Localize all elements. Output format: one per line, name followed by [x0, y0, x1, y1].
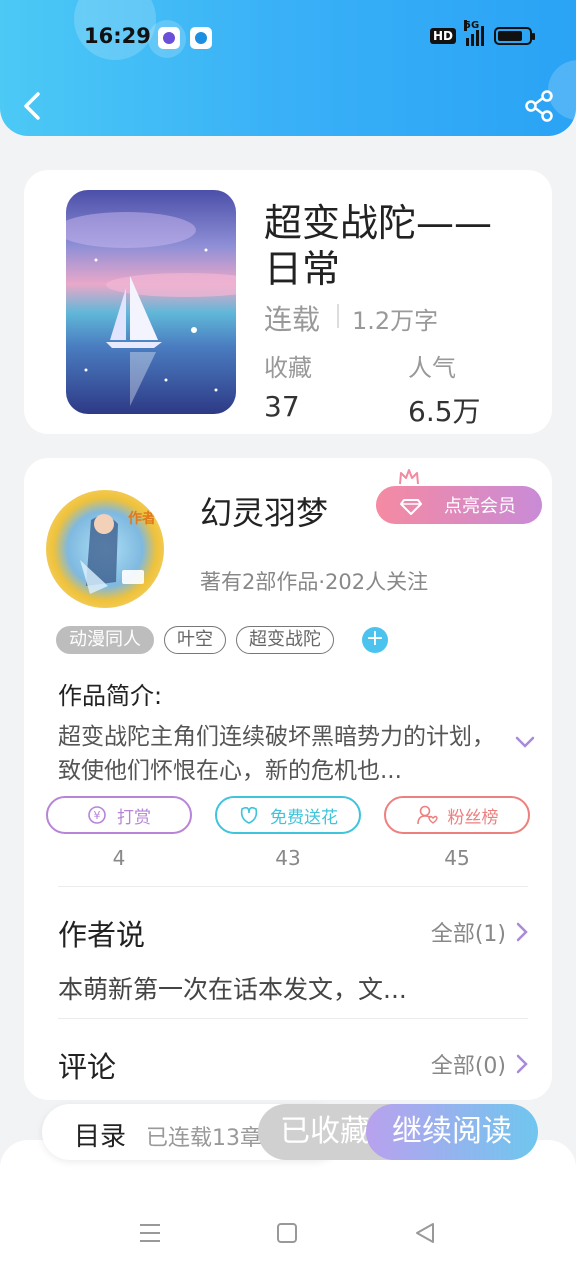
back-icon[interactable]: [18, 88, 48, 124]
status-icons: HD 5G: [429, 20, 535, 46]
notification-app-icon: [158, 27, 180, 49]
svg-text:¥: ¥: [94, 809, 101, 822]
cover-illustration: [66, 212, 236, 406]
flower-count: 43: [275, 846, 301, 870]
top-header: 16:29 HD 5G: [0, 0, 576, 136]
send-flower-button[interactable]: 免费送花: [215, 796, 361, 834]
comments-all-label: 全部(0): [430, 1054, 506, 1079]
fans-icon: [416, 805, 438, 825]
comments-title: 评论: [58, 1050, 117, 1084]
stat-favorites-label: 收藏: [264, 354, 312, 382]
activate-vip-button[interactable]: 点亮会员: [376, 486, 542, 524]
tag-item[interactable]: 动漫同人: [56, 626, 154, 654]
back-triangle-icon[interactable]: [414, 1222, 436, 1244]
divider: [58, 886, 528, 887]
home-icon[interactable]: [276, 1222, 298, 1244]
toc-status: 已连载13章: [146, 1126, 262, 1151]
plus-icon[interactable]: +: [362, 627, 388, 653]
divider: [337, 304, 339, 328]
send-flower-button-label: 免费送花: [270, 807, 338, 828]
tag-item[interactable]: 超变战陀: [236, 626, 334, 654]
fan-count: 45: [444, 846, 470, 870]
divider: [58, 1018, 528, 1019]
stat-popularity-label: 人气: [408, 354, 456, 382]
fan-ranking-button-label: 粉丝榜: [447, 807, 499, 828]
flower-icon: [240, 806, 258, 824]
signal-icon: 5G: [464, 20, 484, 46]
chevron-down-icon[interactable]: [514, 734, 536, 750]
battery-level: [498, 31, 522, 41]
author-say-all-link[interactable]: 全部(1): [431, 916, 528, 948]
intro-text[interactable]: 超变战陀主角们连续破坏黑暗势力的计划，致使他们怀恨在心，新的危机也...: [58, 720, 498, 788]
author-badge: 作者: [128, 511, 156, 527]
author-meta: 著有2部作品·202人关注: [200, 570, 429, 594]
continue-reading-button[interactable]: 继续阅读: [366, 1104, 538, 1160]
crown-icon: [399, 469, 419, 485]
author-say-text[interactable]: 本萌新第一次在话本发文，文...: [58, 970, 407, 1006]
bottom-nav-area: [0, 1140, 576, 1280]
fan-ranking-button[interactable]: 粉丝榜: [384, 796, 530, 834]
tip-count: 4: [112, 846, 126, 870]
tip-button[interactable]: ¥ 打赏: [46, 796, 192, 834]
author-name[interactable]: 幻灵羽梦: [200, 488, 328, 534]
stat-popularity-value: 6.5万: [408, 395, 481, 428]
tag-item[interactable]: 叶空: [164, 626, 226, 654]
author-avatar[interactable]: 作者: [46, 490, 164, 608]
menu-icon[interactable]: [138, 1222, 162, 1244]
book-cover[interactable]: [66, 190, 236, 414]
coin-icon: ¥: [88, 806, 106, 824]
status-time: 16:29: [84, 24, 151, 48]
book-word-count: 1.2万字: [352, 307, 439, 335]
diamond-icon: [400, 499, 422, 515]
share-icon[interactable]: [524, 90, 554, 122]
book-title: 超变战陀——日常: [264, 201, 493, 291]
intro-title: 作品简介:: [58, 682, 163, 710]
hd-badge: HD: [429, 28, 456, 44]
battery-icon: [494, 27, 535, 45]
notification-app-icon: [190, 27, 212, 49]
toc-label[interactable]: 目录: [74, 1116, 126, 1153]
chevron-right-icon: [516, 1054, 528, 1074]
book-status: 连载: [264, 303, 321, 336]
book-info-card: 超变战陀——日常 连载 1.2万字 收藏 37 人气 6.5万: [24, 170, 552, 434]
vip-button-label: 点亮会员: [444, 496, 516, 517]
author-say-all-label: 全部(1): [430, 922, 506, 947]
author-card: 作者 幻灵羽梦 点亮会员 著有2部作品·202人关注 动漫同人 叶空 超变战陀 …: [24, 458, 552, 1100]
author-say-title: 作者说: [58, 918, 146, 952]
comments-all-link[interactable]: 全部(0): [431, 1048, 528, 1080]
tip-button-label: 打赏: [117, 807, 151, 828]
stat-favorites-value: 37: [264, 390, 300, 423]
network-type-label: 5G: [464, 20, 480, 31]
tag-list: 动漫同人 叶空 超变战陀 +: [56, 626, 388, 654]
chevron-right-icon: [516, 922, 528, 942]
